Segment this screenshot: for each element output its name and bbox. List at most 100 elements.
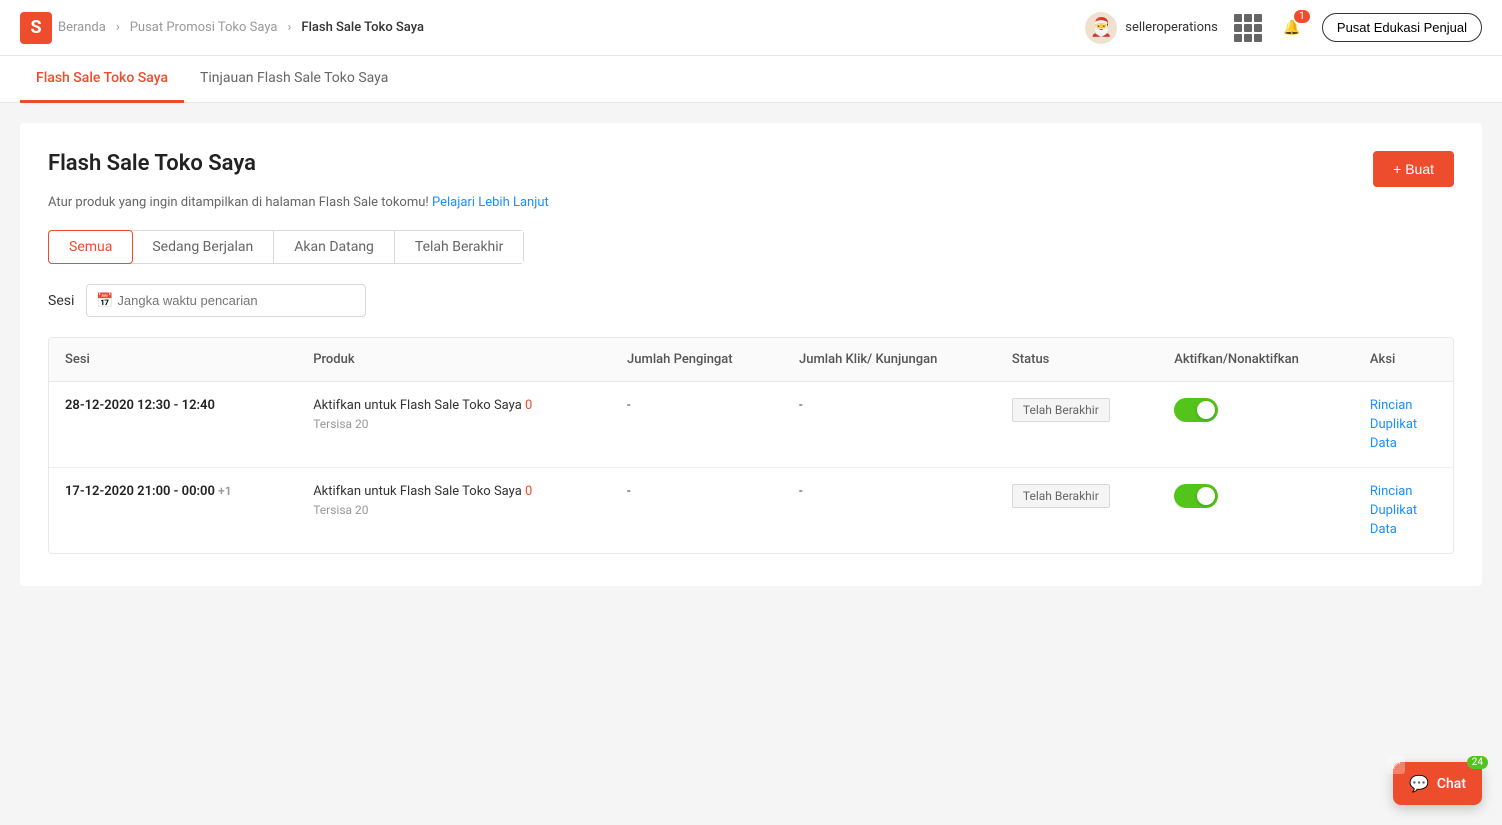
chat-icon: 💬 (1409, 774, 1429, 793)
action-duplikat-1[interactable]: Duplikat (1370, 417, 1437, 432)
table-header: Sesi Produk Jumlah Pengingat Jumlah Klik… (49, 338, 1453, 382)
tab-tinjauan[interactable]: Tinjauan Flash Sale Toko Saya (184, 56, 404, 103)
page-subtitle: Atur produk yang ingin ditampilkan di ha… (48, 195, 1454, 210)
product-count-1: 0 (525, 398, 532, 413)
calendar-icon: 📅 (96, 293, 113, 309)
grid-dot (1254, 34, 1262, 42)
notification-button[interactable]: 🔔 1 (1278, 14, 1306, 42)
row1-status: Telah Berakhir (996, 382, 1158, 468)
row1-toggle (1158, 382, 1354, 468)
session-plus-2: +1 (218, 484, 231, 498)
session-date-1: 28-12-2020 12:30 - 12:40 (65, 398, 215, 413)
flash-sale-table: Sesi Produk Jumlah Pengingat Jumlah Klik… (49, 338, 1453, 553)
notification-badge: 1 (1294, 10, 1310, 23)
filter-tab-berakhir[interactable]: Telah Berakhir (395, 231, 524, 263)
row2-actions: Rincian Duplikat Data (1354, 468, 1453, 554)
col-produk: Produk (297, 338, 611, 382)
product-count-2: 0 (525, 484, 532, 499)
education-button[interactable]: Pusat Edukasi Penjual (1322, 13, 1482, 42)
grid-dot (1244, 14, 1252, 22)
toggle-2[interactable] (1174, 484, 1218, 508)
action-data-2[interactable]: Data (1370, 522, 1437, 537)
status-badge-1: Telah Berakhir (1012, 398, 1110, 422)
col-klik: Jumlah Klik/ Kunjungan (783, 338, 996, 382)
row1-pengingat: - (611, 382, 783, 468)
search-input[interactable] (86, 284, 366, 317)
product-name-2: Aktifkan untuk Flash Sale Toko Saya 0 (313, 484, 595, 499)
row1-actions: Rincian Duplikat Data (1354, 382, 1453, 468)
apps-grid-icon[interactable] (1234, 14, 1262, 42)
row2-product: Aktifkan untuk Flash Sale Toko Saya 0 Te… (297, 468, 611, 554)
breadcrumb-current: Flash Sale Toko Saya (301, 20, 424, 35)
page-title: Flash Sale Toko Saya (48, 151, 256, 176)
chat-label: Chat (1437, 776, 1466, 792)
row2-pengingat: - (611, 468, 783, 554)
breadcrumb-sep-1: › (116, 20, 120, 35)
table-body: 28-12-2020 12:30 - 12:40 Aktifkan untuk … (49, 382, 1453, 554)
action-duplikat-2[interactable]: Duplikat (1370, 503, 1437, 518)
row1-klik: - (783, 382, 996, 468)
row2-status: Telah Berakhir (996, 468, 1158, 554)
table-row: 28-12-2020 12:30 - 12:40 Aktifkan untuk … (49, 382, 1453, 468)
table-row: 17-12-2020 21:00 - 00:00 +1 Aktifkan unt… (49, 468, 1453, 554)
filter-tab-semua[interactable]: Semua (48, 230, 133, 264)
username: selleroperations (1125, 20, 1218, 35)
status-badge-2: Telah Berakhir (1012, 484, 1110, 508)
grid-dot (1254, 14, 1262, 22)
chat-widget[interactable]: ⤢ 24 💬 Chat (1393, 762, 1482, 805)
user-profile[interactable]: 🎅 selleroperations (1085, 12, 1218, 44)
col-sesi: Sesi (49, 338, 297, 382)
action-links-2: Rincian Duplikat Data (1370, 484, 1437, 537)
grid-dot (1234, 34, 1242, 42)
row2-session: 17-12-2020 21:00 - 00:00 +1 (49, 468, 297, 554)
action-rincian-2[interactable]: Rincian (1370, 484, 1437, 499)
tab-flash-sale[interactable]: Flash Sale Toko Saya (20, 56, 184, 103)
breadcrumb-area: S Beranda › Pusat Promosi Toko Saya › Fl… (20, 12, 424, 44)
search-label: Sesi (48, 293, 74, 309)
session-date-2: 17-12-2020 21:00 - 00:00 +1 (65, 484, 232, 499)
grid-dot (1244, 34, 1252, 42)
product-name-1: Aktifkan untuk Flash Sale Toko Saya 0 (313, 398, 595, 413)
row1-product: Aktifkan untuk Flash Sale Toko Saya 0 Te… (297, 382, 611, 468)
create-button[interactable]: + Buat (1373, 151, 1454, 187)
chat-badge: 24 (1467, 756, 1488, 769)
toggle-wrap-1 (1174, 398, 1338, 422)
search-row: Sesi 📅 (48, 284, 1454, 317)
col-aksi: Aksi (1354, 338, 1453, 382)
col-aktifkan: Aktifkan/Nonaktifkan (1158, 338, 1354, 382)
grid-dot (1234, 14, 1242, 22)
row2-klik: - (783, 468, 996, 554)
avatar: 🎅 (1085, 12, 1117, 44)
shopee-logo: S (20, 12, 52, 44)
toggle-wrap-2 (1174, 484, 1338, 508)
filter-tab-sedang[interactable]: Sedang Berjalan (132, 231, 274, 263)
breadcrumb-beranda[interactable]: Beranda (58, 20, 106, 35)
col-status: Status (996, 338, 1158, 382)
top-navigation: S Beranda › Pusat Promosi Toko Saya › Fl… (0, 0, 1502, 56)
col-pengingat: Jumlah Pengingat (611, 338, 783, 382)
toggle-slider-1 (1174, 398, 1218, 422)
action-links-1: Rincian Duplikat Data (1370, 398, 1437, 451)
product-remaining-2: Tersisa 20 (313, 503, 595, 517)
row1-session: 28-12-2020 12:30 - 12:40 (49, 382, 297, 468)
main-content: Flash Sale Toko Saya + Buat Atur produk … (0, 103, 1502, 816)
data-table: Sesi Produk Jumlah Pengingat Jumlah Klik… (48, 337, 1454, 554)
page-card: Flash Sale Toko Saya + Buat Atur produk … (20, 123, 1482, 586)
action-rincian-1[interactable]: Rincian (1370, 398, 1437, 413)
action-data-1[interactable]: Data (1370, 436, 1437, 451)
grid-dot (1254, 24, 1262, 32)
breadcrumb-pusat-promosi[interactable]: Pusat Promosi Toko Saya (130, 20, 278, 35)
page-header: Flash Sale Toko Saya + Buat (48, 151, 1454, 187)
filter-tab-akan[interactable]: Akan Datang (274, 231, 395, 263)
toggle-1[interactable] (1174, 398, 1218, 422)
topnav-right: 🎅 selleroperations 🔔 1 Pusat Edukasi Pen… (1085, 12, 1482, 44)
grid-dot (1244, 24, 1252, 32)
tab-navigation: Flash Sale Toko Saya Tinjauan Flash Sale… (0, 56, 1502, 103)
grid-dot (1234, 24, 1242, 32)
product-remaining-1: Tersisa 20 (313, 417, 595, 431)
learn-more-link[interactable]: Pelajari Lebih Lanjut (432, 195, 549, 210)
search-input-wrap: 📅 (86, 284, 366, 317)
subtitle-text: Atur produk yang ingin ditampilkan di ha… (48, 195, 429, 210)
row2-toggle (1158, 468, 1354, 554)
filter-tabs: Semua Sedang Berjalan Akan Datang Telah … (48, 230, 524, 264)
